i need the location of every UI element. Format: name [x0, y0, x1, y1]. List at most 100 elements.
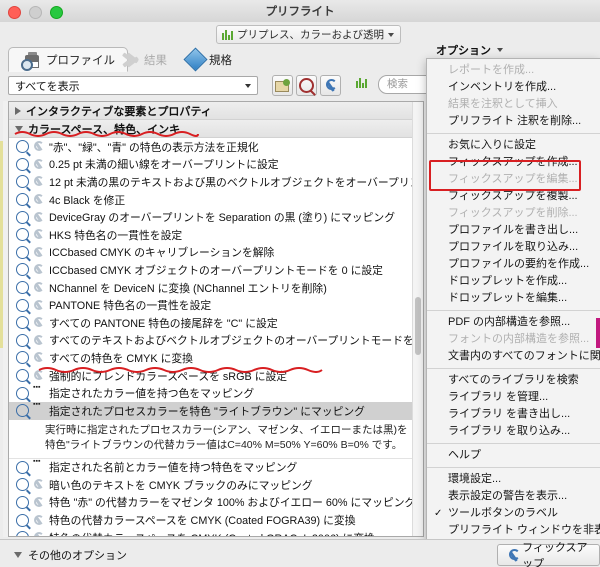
list-item[interactable]: 特色の代替カラースペースを CMYK (Coated GRACoL 2006) …: [9, 529, 423, 536]
menu-item[interactable]: プロファイルを取り込み...: [427, 239, 600, 256]
magnifier-icon[interactable]: [16, 157, 29, 171]
menu-item[interactable]: お気に入りに設定: [427, 137, 600, 154]
list-item[interactable]: DeviceGray のオーバープリントを Separation の黒 (塗り)…: [9, 208, 423, 226]
list-item-label: 強制的にブレンドカラースペースを sRGB に設定: [49, 370, 288, 383]
magnifier-icon[interactable]: [16, 175, 29, 189]
wrench-icon: [33, 246, 45, 258]
menu-item[interactable]: ライブラリ を書き出し...: [427, 406, 600, 423]
preset-dropdown[interactable]: プリプレス、カラーおよび透明: [216, 25, 401, 44]
chevron-down-icon: [388, 32, 394, 37]
magnifier-icon[interactable]: [16, 531, 29, 536]
magnifier-icon[interactable]: [16, 210, 29, 224]
menu-item[interactable]: フィックスアップを作成...: [427, 154, 600, 171]
options-menu-button[interactable]: オプション: [430, 41, 512, 58]
menu-item[interactable]: プリフライト ウィンドウを非表: [427, 522, 600, 539]
magnifier-icon[interactable]: [16, 478, 29, 492]
menu-item-label: お気に入りに設定: [448, 139, 536, 151]
magnifier-icon[interactable]: [16, 460, 29, 474]
magnifier-icon[interactable]: [16, 140, 29, 154]
check-icon: ✓: [434, 508, 443, 519]
menu-item[interactable]: プロファイルを書き出し...: [427, 222, 600, 239]
fixup-tool-button[interactable]: [320, 75, 341, 96]
magnifier-icon[interactable]: [16, 228, 29, 242]
chevron-right-icon[interactable]: [15, 106, 21, 115]
menu-item[interactable]: プリフライト 注釈を削除...: [427, 113, 600, 130]
list-item[interactable]: "赤"、"緑"、"青" の特色の表示方法を正規化: [9, 138, 423, 156]
wrench-icon: [33, 158, 45, 170]
wrench-icon: [33, 479, 45, 490]
list-item-label: 4c Black を修正: [49, 194, 126, 207]
list-item[interactable]: ICCbased CMYK オブジェクトのオーバープリントモードを 0 に設定: [9, 261, 423, 279]
magnifier-icon[interactable]: [16, 369, 29, 383]
rules-list[interactable]: インタラクティブな要素とプロパティ カラースペース、特色、インキ "赤"、"緑"…: [8, 101, 424, 537]
green-bars-icon: [222, 29, 233, 40]
menu-item-label: 表示設定の警告を表示...: [448, 490, 568, 502]
filter-select[interactable]: すべてを表示: [8, 76, 258, 95]
list-item[interactable]: ICCbased CMYK のキャリブレーションを解除: [9, 244, 423, 262]
menu-item: 結果を注釈として挿入: [427, 96, 600, 113]
new-profile-button[interactable]: [272, 75, 293, 96]
magnifier-icon[interactable]: [16, 281, 29, 295]
menu-item[interactable]: プロファイルの要約を作成...: [427, 256, 600, 273]
run-fixup-button[interactable]: フィックスアップ: [497, 542, 600, 567]
menu-item[interactable]: PDF の内部構造を参照...: [427, 314, 600, 331]
more-options-toggle[interactable]: その他のオプション: [14, 547, 127, 563]
list-item[interactable]: PANTONE 特色名の一貫性を設定: [9, 296, 423, 314]
find-button[interactable]: [296, 75, 317, 96]
list-item[interactable]: 0.25 pt 未満の細い線をオーバープリントに設定: [9, 156, 423, 174]
menu-item[interactable]: 文書内のすべてのフォントに関す: [427, 348, 600, 365]
list-item-label: 特色の代替カラースペースを CMYK (Coated FOGRA39) に変換: [49, 515, 356, 528]
list-scrollbar[interactable]: [412, 102, 423, 536]
magnifier-icon[interactable]: [16, 333, 29, 347]
magnifier-icon[interactable]: [16, 386, 29, 400]
list-item[interactable]: 特色の代替カラースペースを CMYK (Coated FOGRA39) に変換: [9, 511, 423, 529]
magnifier-icon[interactable]: [16, 495, 29, 509]
menu-item[interactable]: ライブラリ を取り込み...: [427, 423, 600, 440]
chevron-down-icon[interactable]: [15, 125, 23, 132]
magnifier-icon[interactable]: [16, 193, 29, 207]
magnifier-icon[interactable]: [16, 298, 29, 312]
list-item[interactable]: HKS 特色名の一貫性を設定: [9, 226, 423, 244]
list-item[interactable]: NChannel を DeviceN に変換 (NChannel エントリを削除…: [9, 279, 423, 297]
list-item[interactable]: 特色 "赤" の代替カラーをマゼンタ 100% およびイエロー 60% にマッピ…: [9, 494, 423, 512]
menu-item[interactable]: すべてのライブラリを検索: [427, 372, 600, 389]
magnifier-icon[interactable]: [16, 263, 29, 277]
list-item[interactable]: 4c Black を修正: [9, 191, 423, 209]
list-item[interactable]: すべてのテキストおよびベクトルオブジェクトのオーバープリントモードを 1 に設定: [9, 332, 423, 350]
magnifier-icon[interactable]: [16, 404, 29, 418]
menu-item: フィックスアップを削除...: [427, 205, 600, 222]
magnifier-icon[interactable]: [16, 245, 29, 259]
wrench-icon: [33, 282, 45, 293]
group-colorspaces[interactable]: カラースペース、特色、インキ: [9, 120, 423, 138]
magnifier-icon[interactable]: [16, 316, 29, 330]
scrollbar-thumb[interactable]: [415, 297, 421, 355]
menu-item[interactable]: ドロップレットを作成...: [427, 273, 600, 290]
list-item[interactable]: 指定されたプロセスカラーを特色 "ライトブラウン" にマッピング: [9, 401, 423, 420]
magnifier-icon[interactable]: [16, 513, 29, 527]
menu-separator: [427, 310, 600, 311]
menu-item[interactable]: フィックスアップを複製...: [427, 188, 600, 205]
menu-item[interactable]: 表示設定の警告を表示...: [427, 488, 600, 505]
list-item[interactable]: 指定された名前とカラー値を持つ特色をマッピング: [9, 458, 423, 477]
options-button-label: オプション: [436, 44, 491, 57]
magnifier-icon[interactable]: [16, 351, 29, 365]
options-menu[interactable]: レポートを作成... インベントリを作成... 結果を注釈として挿入 プリフライト 注…: [426, 58, 600, 543]
menu-item[interactable]: ドロップレットを編集...: [427, 290, 600, 307]
menu-item-label: ドロップレットを編集...: [448, 292, 568, 304]
new-profile-icon: [275, 79, 290, 92]
list-item[interactable]: 暗い色のテキストを CMYK ブラックのみにマッピング: [9, 476, 423, 494]
menu-item[interactable]: インベントリを作成...: [427, 79, 600, 96]
group-interactive-elements[interactable]: インタラクティブな要素とプロパティ: [9, 102, 423, 120]
menu-item[interactable]: ヘルプ: [427, 447, 600, 464]
list-item[interactable]: すべての特色を CMYK に変換: [9, 349, 423, 367]
menu-item[interactable]: ライブラリ を管理...: [427, 389, 600, 406]
list-item[interactable]: 指定されたカラー値を持つ色をマッピング: [9, 384, 423, 402]
menu-item[interactable]: ✓ ツールボタンのラベル: [427, 505, 600, 522]
list-item[interactable]: すべての PANTONE 特色の接尾辞を "C" に設定: [9, 314, 423, 332]
tab-result[interactable]: 結果: [110, 47, 179, 72]
menu-item[interactable]: 環境設定...: [427, 471, 600, 488]
list-item[interactable]: 強制的にブレンドカラースペースを sRGB に設定: [9, 367, 423, 385]
tab-standard[interactable]: 規格: [175, 47, 244, 72]
list-item[interactable]: 12 pt 未満の黒のテキストおよび黒のベクトルオブジェクトをオーバープリントに…: [9, 173, 423, 191]
menu-item-label: 結果を注釈として挿入: [448, 98, 558, 110]
